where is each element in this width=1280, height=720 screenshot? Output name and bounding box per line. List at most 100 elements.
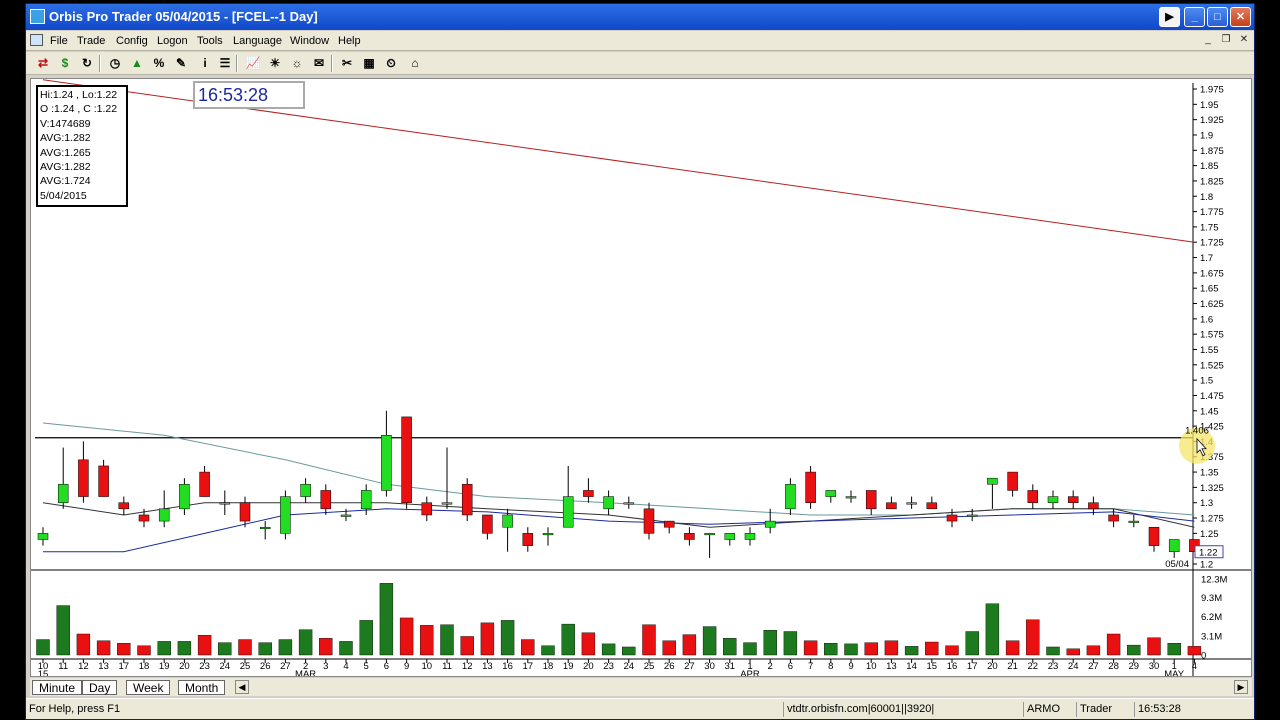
tab-day[interactable]: Day xyxy=(82,680,118,695)
clock-display: 16:53:28 xyxy=(193,81,305,109)
mdi-restore-button[interactable]: ❐ xyxy=(1219,34,1233,47)
chart-window-icon[interactable] xyxy=(30,34,43,46)
candle-body xyxy=(138,514,150,522)
exchange-icon[interactable]: ⇄ xyxy=(34,55,52,72)
volume-bar xyxy=(541,645,555,656)
volume-bar xyxy=(1046,646,1060,656)
date-tick-label: 19 xyxy=(159,661,170,672)
close-button[interactable]: ✕ xyxy=(1230,7,1251,27)
candle-body xyxy=(98,465,109,497)
dollar-icon[interactable]: $ xyxy=(56,55,74,72)
avg3-text: AVG:1.282 xyxy=(40,161,91,174)
date-tick-label: 11 xyxy=(442,661,452,672)
date-tick-label: 16 xyxy=(947,661,958,672)
date-tick-label: 27 xyxy=(684,661,695,672)
menu-window[interactable]: Window xyxy=(290,35,329,47)
clock-icon[interactable]: ◷ xyxy=(106,55,124,72)
date-tick-label: 15 xyxy=(927,661,938,672)
date-tick-label: 24 xyxy=(220,661,231,672)
candlestick-chart[interactable]: 1.9751.951.9251.91.8751.851.8251.81.7751… xyxy=(31,79,1251,676)
month-label-may: MAY xyxy=(1164,669,1185,676)
date-tick-label: 2 xyxy=(768,661,773,672)
volume-bar xyxy=(1127,644,1141,656)
candle-body xyxy=(381,435,392,491)
pen-icon[interactable]: ✎ xyxy=(172,55,190,72)
candle-body xyxy=(199,471,210,497)
up-down-icon[interactable]: ▲ xyxy=(128,55,146,72)
date-tick-label: 22 xyxy=(1028,661,1039,672)
volume-bar xyxy=(117,643,131,656)
title-bar[interactable]: Orbis Pro Trader 05/04/2015 - [FCEL--1 D… xyxy=(26,4,1254,30)
menu-help[interactable]: Help xyxy=(338,35,361,47)
date-tick-label: 18 xyxy=(543,661,554,672)
volume-bar xyxy=(581,632,596,656)
date-tick-label: 6 xyxy=(384,661,389,672)
volume-bar xyxy=(763,630,777,656)
date-tick-label: 27 xyxy=(280,661,291,672)
list-icon[interactable]: ☰ xyxy=(216,55,234,72)
scroll-right-icon[interactable]: ▶ xyxy=(1234,680,1248,694)
news-icon[interactable]: ☼ xyxy=(288,55,306,72)
date-tick-label: 20 xyxy=(987,661,998,672)
tab-week[interactable]: Week xyxy=(126,680,171,695)
candle-body xyxy=(461,484,473,516)
cursor-price-label: 1.406 xyxy=(1185,426,1209,437)
info-icon[interactable]: i xyxy=(196,55,214,72)
tools-icon[interactable]: ✂ xyxy=(338,55,356,72)
alert-icon[interactable]: ☀ xyxy=(266,55,284,72)
status-account: ARMO xyxy=(1023,702,1075,717)
price-tick-label: 1.325 xyxy=(1200,483,1224,494)
ohlc-info-box: Hi:1.24 , Lo:1.22 O :1.24 , C :1.22 V:14… xyxy=(36,85,128,207)
maximize-button[interactable]: □ xyxy=(1207,7,1228,27)
mail-icon[interactable]: ✉ xyxy=(310,55,328,72)
candle-body xyxy=(785,484,796,510)
menu-logon[interactable]: Logon xyxy=(157,35,188,47)
menu-bar: File Trade Config Logon Tools Language W… xyxy=(26,31,1254,51)
volume-bar xyxy=(803,640,818,656)
candle-body xyxy=(1067,496,1079,503)
date-tick-label: 17 xyxy=(523,661,534,672)
chart-area[interactable]: 1.975 1.95 1.925 1.9 1.875 1.85 1.825 1.8 1.775 1… xyxy=(30,78,1252,677)
candle-body xyxy=(643,508,655,534)
volume-bar xyxy=(864,642,878,656)
tab-minute[interactable]: Minute xyxy=(32,680,83,695)
volume-bar xyxy=(298,629,313,656)
settings-icon[interactable]: ▦ xyxy=(360,55,378,72)
candle-body xyxy=(724,533,736,540)
volume-bar xyxy=(642,624,656,656)
candle-body xyxy=(583,490,594,497)
menu-file[interactable]: File xyxy=(50,35,68,47)
volume-bar xyxy=(339,641,353,656)
price-tick-label: 1.7 xyxy=(1200,253,1213,264)
refresh-icon[interactable]: ↻ xyxy=(78,55,96,72)
candle-body xyxy=(158,508,170,522)
candle-body xyxy=(320,490,332,510)
home-icon[interactable]: ⌂ xyxy=(406,55,424,72)
minimize-button[interactable]: _ xyxy=(1184,7,1205,27)
chart-icon[interactable]: 📈 xyxy=(244,55,262,72)
menu-config[interactable]: Config xyxy=(116,35,148,47)
date-tick-label: 25 xyxy=(644,661,655,672)
volume-bar xyxy=(561,623,575,656)
menu-trade[interactable]: Trade xyxy=(77,35,105,47)
mdi-minimize-button[interactable]: _ xyxy=(1201,34,1215,47)
volume-tick-label: 12.3M xyxy=(1201,575,1227,586)
timer-icon[interactable]: ⏲ xyxy=(382,55,400,72)
candle-body xyxy=(219,502,231,505)
play-icon[interactable]: ▶ xyxy=(1159,7,1180,27)
candle-body xyxy=(987,477,998,485)
menu-language[interactable]: Language xyxy=(233,35,282,47)
avg-slow-line xyxy=(42,422,1195,516)
candle-body xyxy=(744,533,756,540)
volume-bar xyxy=(379,583,394,656)
scroll-left-icon[interactable]: ◀ xyxy=(235,680,249,694)
candle-body xyxy=(623,502,635,505)
mdi-close-button[interactable]: ✕ xyxy=(1237,34,1251,47)
percent-icon[interactable]: % xyxy=(150,55,168,72)
volume-bar xyxy=(177,641,192,656)
tab-month[interactable]: Month xyxy=(178,680,226,695)
menu-tools[interactable]: Tools xyxy=(197,35,223,47)
candle-body xyxy=(1027,490,1039,503)
date-tick-label: 13 xyxy=(482,661,493,672)
toolbar-separator xyxy=(331,55,333,72)
